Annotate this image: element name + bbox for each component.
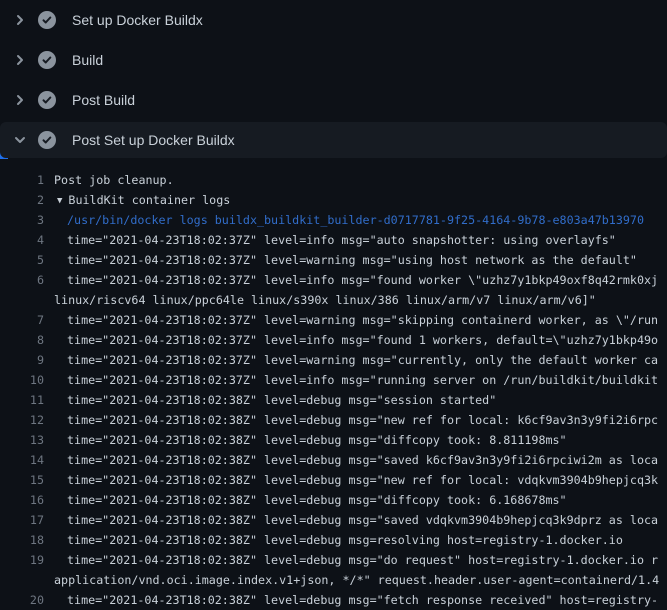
check-circle-icon: [38, 11, 56, 29]
log-text: time="2021-04-23T18:02:38Z" level=debug …: [67, 530, 623, 550]
line-number: 5: [0, 250, 44, 270]
log-text: time="2021-04-23T18:02:38Z" level=debug …: [67, 590, 658, 610]
log-text: Post job cleanup.: [54, 170, 174, 190]
log-line: 4 time="2021-04-23T18:02:37Z" level=info …: [0, 230, 667, 250]
step-label: Post Build: [72, 92, 135, 108]
log-text: time="2021-04-23T18:02:38Z" level=debug …: [67, 490, 567, 510]
log-lines: 1 Post job cleanup. 2 ▼BuildKit container l…: [0, 160, 667, 610]
log-line: 11 time="2021-04-23T18:02:38Z" level=debu…: [0, 390, 667, 410]
step-label: Build: [72, 52, 103, 68]
log-text: time="2021-04-23T18:02:37Z" level=info m…: [67, 230, 616, 250]
log-text: time="2021-04-23T18:02:38Z" level=debug …: [67, 550, 658, 570]
log-line: 2 ▼BuildKit container logs: [0, 190, 667, 210]
step-row-3[interactable]: Post Set up Docker Buildx: [0, 122, 667, 158]
chevron-right-icon[interactable]: [12, 12, 28, 28]
log-line: 6 time="2021-04-23T18:02:37Z" level=info …: [0, 270, 667, 290]
line-number: 14: [0, 450, 44, 470]
line-number: 16: [0, 490, 44, 510]
line-number: 13: [0, 430, 44, 450]
line-number: 17: [0, 510, 44, 530]
line-number: 20: [0, 590, 44, 610]
log-text: application/vnd.oci.image.index.v1+json,…: [54, 570, 659, 590]
log-line: linux/riscv64 linux/ppc64le linux/s390x …: [0, 290, 667, 310]
log-text: time="2021-04-23T18:02:38Z" level=debug …: [67, 390, 496, 410]
log-line: 8 time="2021-04-23T18:02:37Z" level=info …: [0, 330, 667, 350]
log-text: time="2021-04-23T18:02:38Z" level=debug …: [67, 410, 658, 430]
log-text: time="2021-04-23T18:02:37Z" level=info m…: [67, 270, 658, 290]
steps-list: Set up Docker Buildx Build Post Build Post …: [0, 0, 667, 158]
log-line: 20 time="2021-04-23T18:02:38Z" level=debu…: [0, 590, 667, 610]
step-label: Set up Docker Buildx: [72, 12, 203, 28]
log-line: application/vnd.oci.image.index.v1+json,…: [0, 570, 667, 590]
log-text: time="2021-04-23T18:02:38Z" level=debug …: [67, 430, 567, 450]
step-label: Post Set up Docker Buildx: [72, 132, 235, 148]
log-line: 14 time="2021-04-23T18:02:38Z" level=debu…: [0, 450, 667, 470]
step-row-1[interactable]: Build: [0, 40, 667, 80]
log-text: time="2021-04-23T18:02:38Z" level=debug …: [67, 470, 658, 490]
log-text: time="2021-04-23T18:02:38Z" level=debug …: [67, 510, 658, 530]
line-number: [0, 290, 44, 310]
step-row-0[interactable]: Set up Docker Buildx: [0, 0, 667, 40]
log-text[interactable]: ▼BuildKit container logs: [57, 190, 230, 210]
line-number: 8: [0, 330, 44, 350]
log-text: linux/riscv64 linux/ppc64le linux/s390x …: [54, 290, 596, 310]
log-line: 5 time="2021-04-23T18:02:37Z" level=warni…: [0, 250, 667, 270]
line-number: 10: [0, 370, 44, 390]
chevron-right-icon[interactable]: [12, 92, 28, 108]
log-line: 13 time="2021-04-23T18:02:38Z" level=debu…: [0, 430, 667, 450]
log-text: time="2021-04-23T18:02:37Z" level=warnin…: [67, 310, 658, 330]
check-circle-icon: [38, 51, 56, 69]
line-number: 12: [0, 410, 44, 430]
log-text: time="2021-04-23T18:02:37Z" level=warnin…: [67, 250, 637, 270]
line-number: 6: [0, 270, 44, 290]
log-line: 10 time="2021-04-23T18:02:37Z" level=info…: [0, 370, 667, 390]
log-line: 3/usr/bin/docker logs buildx_buildkit_bu…: [0, 210, 667, 230]
log-text: time="2021-04-23T18:02:37Z" level=warnin…: [67, 350, 658, 370]
line-number: 3: [0, 210, 44, 230]
triangle-down-icon[interactable]: ▼: [57, 191, 62, 211]
step-row-2[interactable]: Post Build: [0, 80, 667, 120]
log-line: 9 time="2021-04-23T18:02:37Z" level=warni…: [0, 350, 667, 370]
line-number: 15: [0, 470, 44, 490]
line-number: 2: [0, 190, 44, 210]
log-line: 15 time="2021-04-23T18:02:38Z" level=debu…: [0, 470, 667, 490]
line-number: 9: [0, 350, 44, 370]
log-line: 7 time="2021-04-23T18:02:37Z" level=warni…: [0, 310, 667, 330]
log-text: time="2021-04-23T18:02:37Z" level=info m…: [67, 330, 658, 350]
line-number: 4: [0, 230, 44, 250]
line-number: 19: [0, 550, 44, 570]
line-number: 7: [0, 310, 44, 330]
check-circle-icon: [38, 91, 56, 109]
line-number: 1: [0, 170, 44, 190]
line-number: 18: [0, 530, 44, 550]
chevron-down-icon[interactable]: [12, 132, 28, 148]
line-number: 11: [0, 390, 44, 410]
log-text: time="2021-04-23T18:02:38Z" level=debug …: [67, 450, 658, 470]
log-line: 17 time="2021-04-23T18:02:38Z" level=debu…: [0, 510, 667, 530]
check-circle-icon: [38, 131, 56, 149]
log-text: time="2021-04-23T18:02:37Z" level=info m…: [67, 370, 658, 390]
log-line: 19 time="2021-04-23T18:02:38Z" level=debu…: [0, 550, 667, 570]
log-line: 16 time="2021-04-23T18:02:38Z" level=debu…: [0, 490, 667, 510]
log-line: 1 Post job cleanup.: [0, 170, 667, 190]
log-line: 18 time="2021-04-23T18:02:38Z" level=debu…: [0, 530, 667, 550]
command-text: /usr/bin/docker logs buildx_buildkit_bui…: [67, 210, 644, 230]
log-line: 12 time="2021-04-23T18:02:38Z" level=debu…: [0, 410, 667, 430]
chevron-right-icon[interactable]: [12, 52, 28, 68]
line-number: [0, 570, 44, 590]
